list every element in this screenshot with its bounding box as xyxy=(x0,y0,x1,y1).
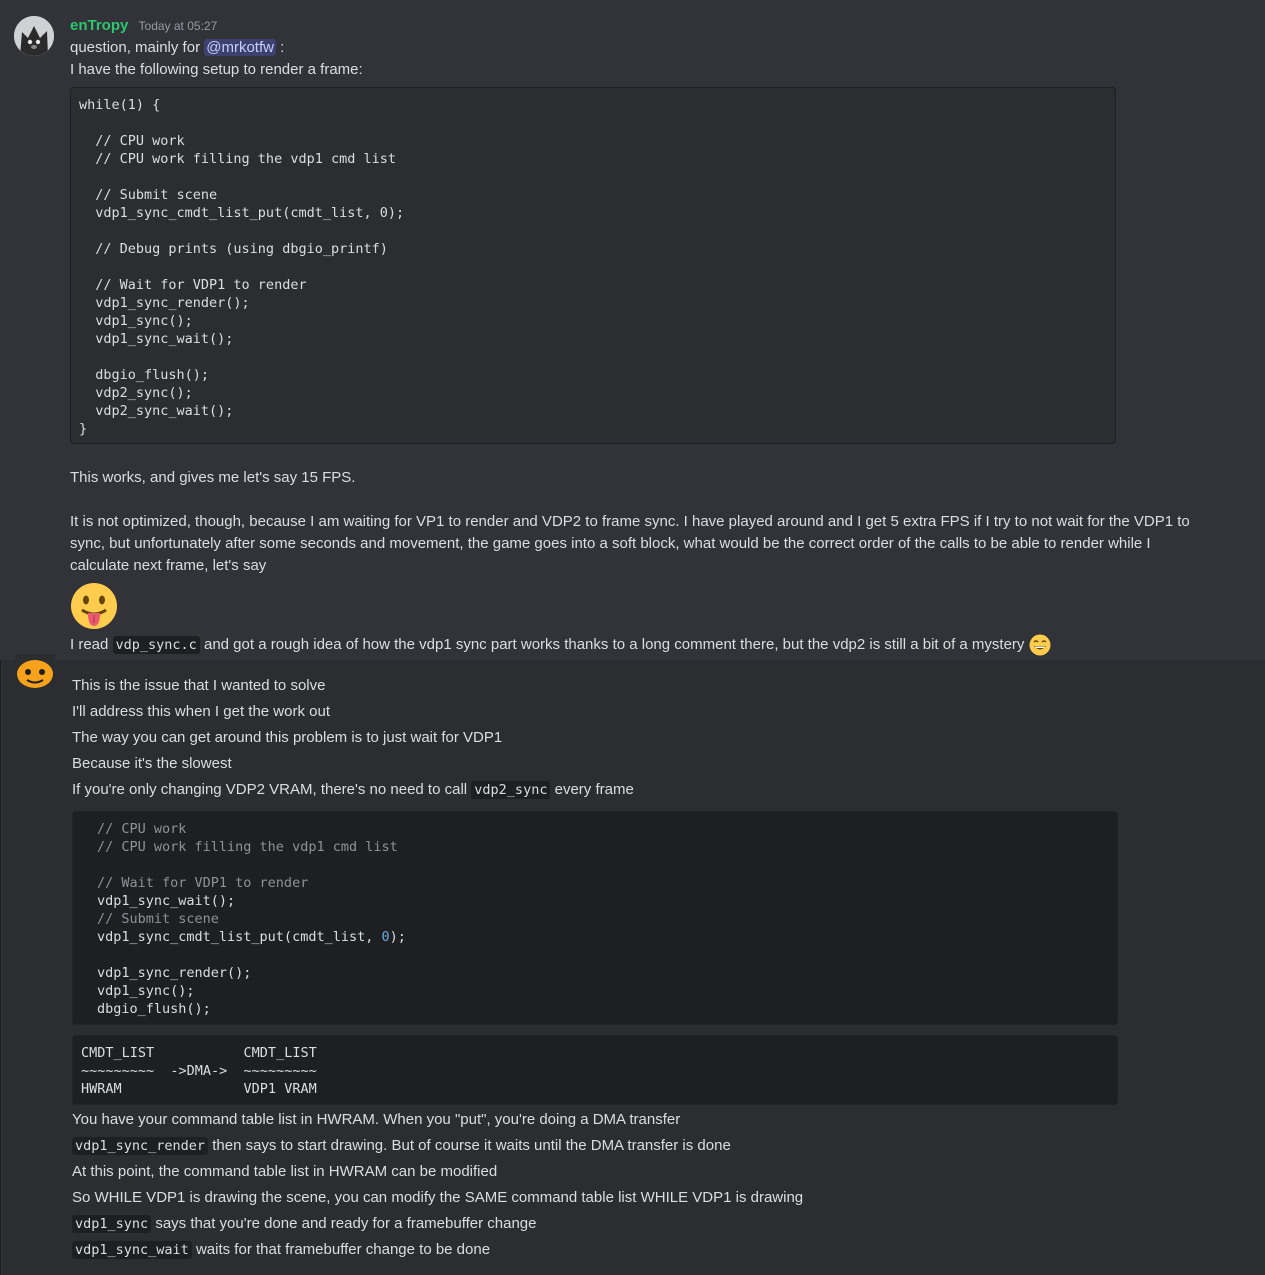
message-line: This works, and gives me let's say 15 FP… xyxy=(70,469,356,486)
avatar-entropy[interactable] xyxy=(14,16,54,56)
code-block: while(1) { // CPU work // CPU work filli… xyxy=(70,87,1116,444)
message-line: I'll address this when I get the work ou… xyxy=(72,703,330,720)
timestamp: Today at 05:27 xyxy=(138,19,218,33)
dma-diagram-code-block: CMDT_LIST CMDT_LIST ~~~~~~~~~ ->DMA-> ~~… xyxy=(72,1035,1118,1105)
message-line: If you're only changing VDP2 VRAM, there… xyxy=(72,781,634,799)
message-line: The way you can get around this problem … xyxy=(72,729,503,746)
inline-code: vdp1_sync_render xyxy=(72,1137,209,1155)
grinning-emoji-icon[interactable] xyxy=(1029,634,1051,656)
cat-avatar-icon xyxy=(14,16,54,56)
message-mrkotfw: This is the issue that I wanted to solve… xyxy=(0,654,1265,1275)
inline-code: vdp1_sync_wait xyxy=(72,1241,192,1259)
stuck-out-tongue-emoji-icon[interactable] xyxy=(70,582,118,630)
author-name[interactable]: enTropy xyxy=(70,17,128,34)
message-entropy: enTropy Today at 05:27 question, mainly … xyxy=(0,0,1265,660)
inline-code: vdp2_sync xyxy=(471,781,551,799)
message-line: At this point, the command table list in… xyxy=(72,1163,498,1180)
message-paragraph: It is not optimized, though, because I a… xyxy=(70,513,1190,574)
avatar-mrkotfw[interactable] xyxy=(15,654,55,694)
message-line: question, mainly for @mrkotfw : xyxy=(70,39,285,56)
message-line: So WHILE VDP1 is drawing the scene, you … xyxy=(72,1189,804,1206)
message-line: I read vdp_sync.c and got a rough idea o… xyxy=(70,634,1051,656)
inline-code: vdp1_sync xyxy=(72,1215,152,1233)
message-line: vdp1_sync_render then says to start draw… xyxy=(72,1136,731,1156)
message-line: vdp1_sync_wait waits for that framebuffe… xyxy=(72,1240,490,1260)
cat-avatar-icon xyxy=(15,654,55,694)
code-block: // CPU work // CPU work filling the vdp1… xyxy=(72,811,1118,1025)
user-mention[interactable]: @mrkotfw xyxy=(204,39,276,56)
message-line: vdp1_sync says that you're done and read… xyxy=(72,1214,537,1234)
message-line: You have your command table list in HWRA… xyxy=(72,1111,681,1128)
message-line: Because it's the slowest xyxy=(72,755,232,772)
message-line: I have the following setup to render a f… xyxy=(70,61,363,78)
inline-code: vdp_sync.c xyxy=(112,635,200,654)
message-line: This is the issue that I wanted to solve xyxy=(72,677,326,694)
